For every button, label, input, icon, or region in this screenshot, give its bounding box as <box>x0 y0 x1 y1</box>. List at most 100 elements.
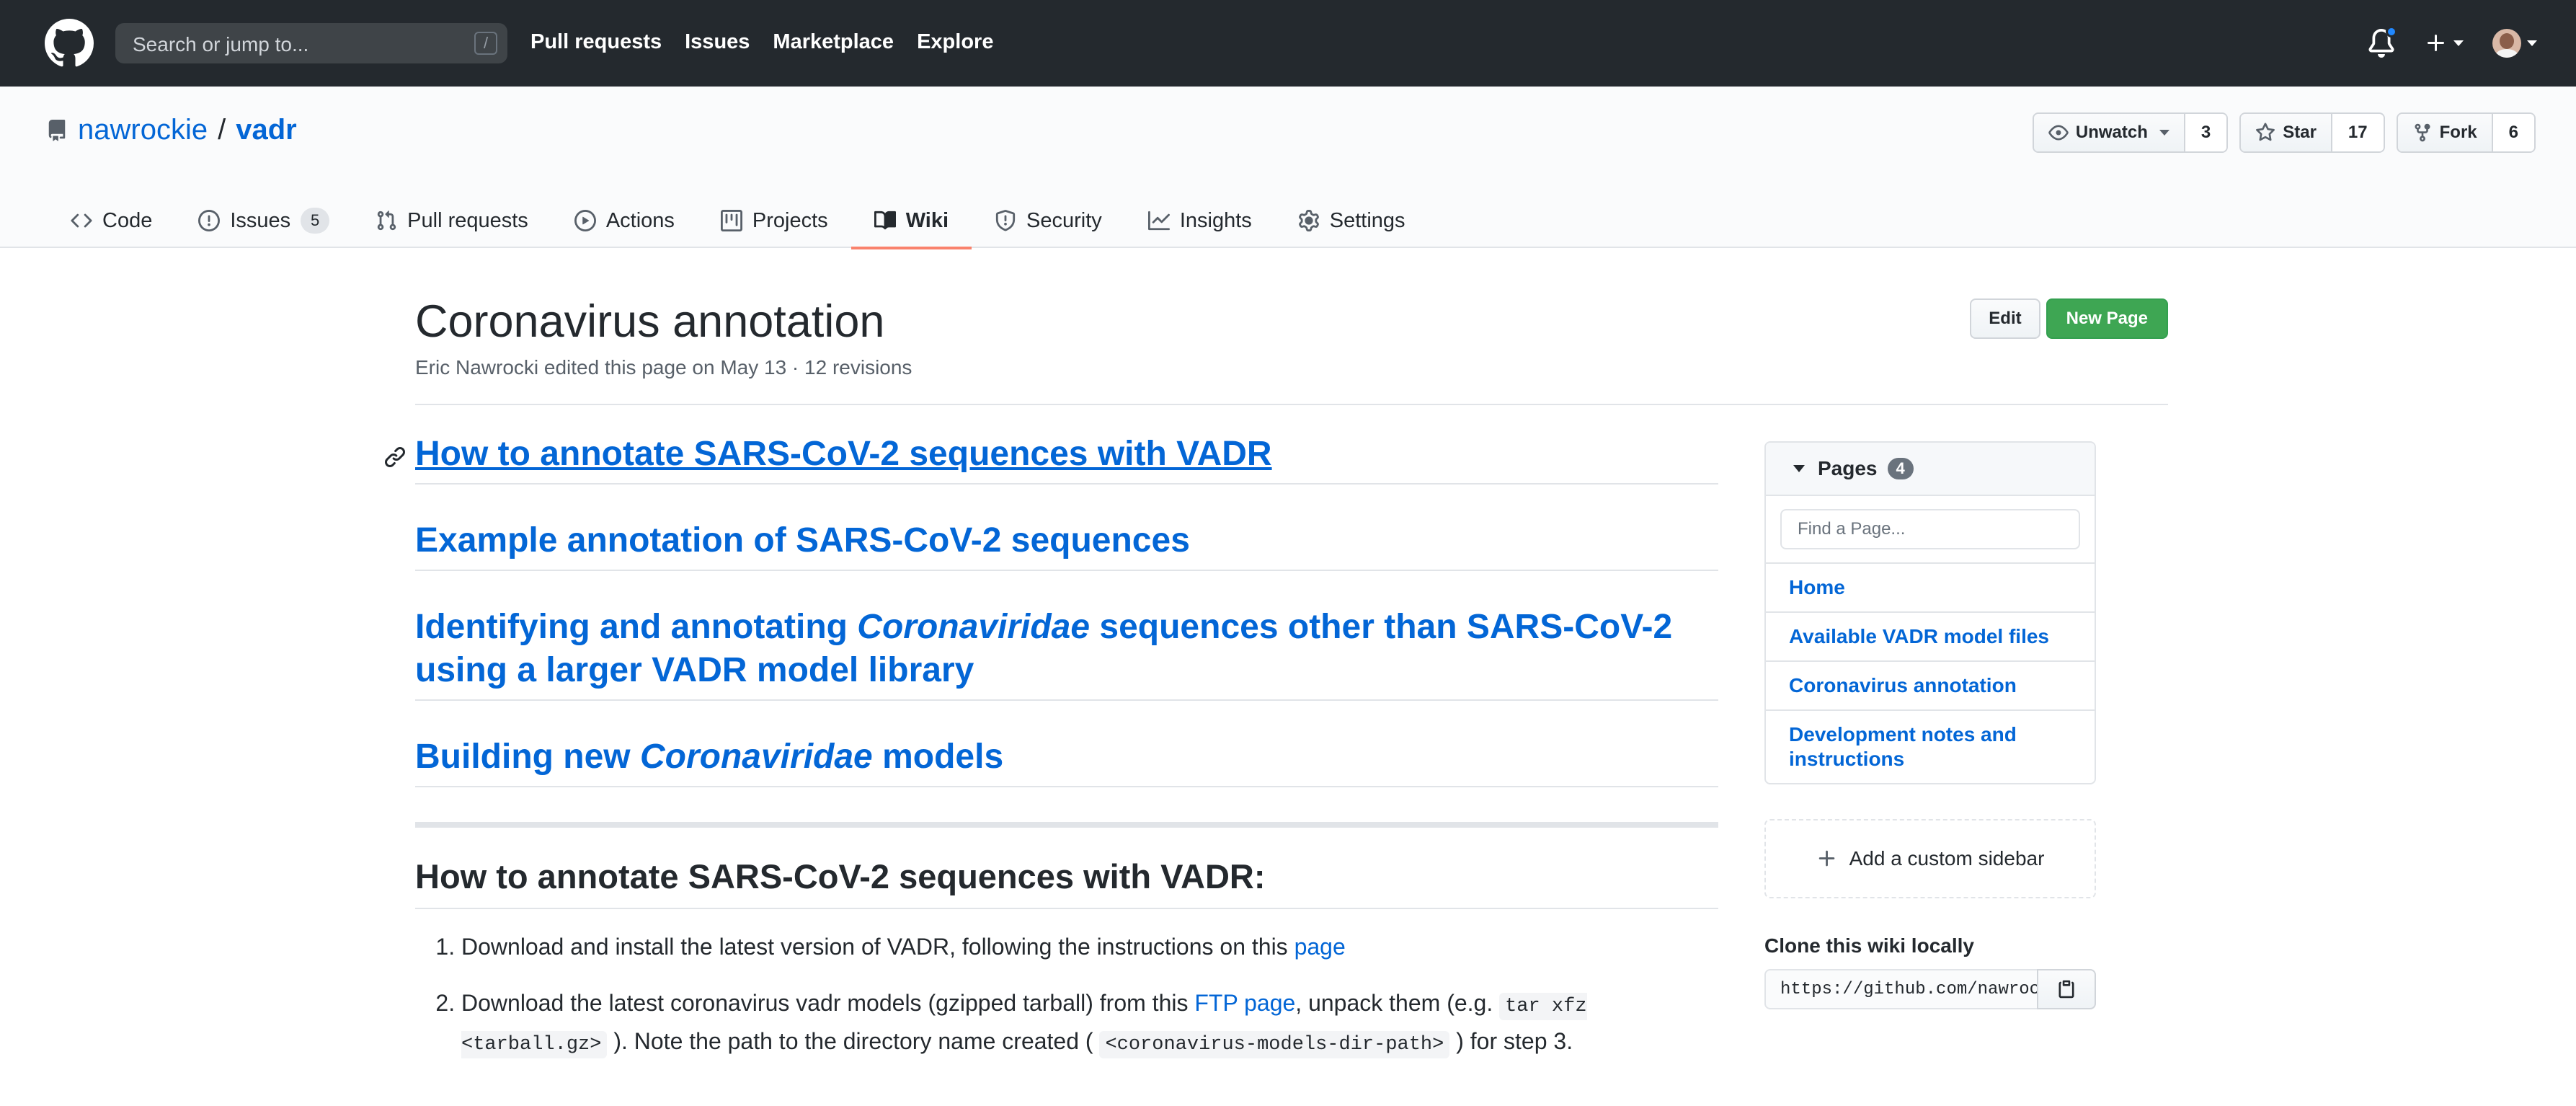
star-count[interactable]: 17 <box>2330 114 2384 151</box>
toc-link-identifying[interactable]: Identifying and annotating Coronaviridae… <box>415 608 1672 689</box>
nav-issues[interactable]: Issues <box>685 30 750 54</box>
edit-button[interactable]: Edit <box>1970 298 2040 339</box>
tab-insights[interactable]: Insights <box>1125 193 1275 248</box>
fork-icon <box>2415 123 2430 142</box>
repo-title: nawrockie / vadr <box>46 114 297 146</box>
repo-separator: / <box>218 114 226 146</box>
sidebar-page-model-files[interactable]: Available VADR model files <box>1766 613 2095 662</box>
clone-label: Clone this wiki locally <box>1764 934 1974 957</box>
chevron-down-icon <box>2453 40 2464 46</box>
tab-projects[interactable]: Projects <box>698 193 851 248</box>
tab-code-label: Code <box>102 208 153 232</box>
link-icon[interactable] <box>383 446 407 469</box>
clone-url-input[interactable]: https://github.com/nawrockie/vadr.wiki.g… <box>1764 969 2037 1009</box>
toc-heading-3: Identifying and annotating Coronaviridae… <box>415 606 1718 701</box>
fork-button[interactable]: Fork <box>2397 114 2492 151</box>
clone-box: https://github.com/nawrockie/vadr.wiki.g… <box>1764 969 2096 1009</box>
tab-actions-label: Actions <box>605 208 675 232</box>
page-meta[interactable]: Eric Nawrocki edited this page on May 13… <box>415 356 2168 379</box>
step2-text-a: Download the latest coronavirus vadr mod… <box>461 990 1195 1016</box>
custom-sidebar-label: Add a custom sidebar <box>1849 847 2045 870</box>
global-nav: Pull requests Issues Marketplace Explore <box>530 30 993 54</box>
fork-count[interactable]: 6 <box>2491 114 2534 151</box>
tab-actions[interactable]: Actions <box>551 193 698 248</box>
toc3-pre: Identifying and annotating <box>415 608 858 646</box>
tab-wiki-label: Wiki <box>905 208 949 232</box>
user-menu[interactable] <box>2492 29 2537 58</box>
pages-box: Pages 4 Find a Page... Home Available VA… <box>1764 441 2096 784</box>
sidebar-page-dev-notes[interactable]: Development notes and instructions <box>1766 711 2095 783</box>
nav-explore[interactable]: Explore <box>917 30 993 54</box>
toc4-pre: Building new <box>415 738 640 776</box>
tab-insights-label: Insights <box>1179 208 1252 232</box>
github-logo-icon[interactable] <box>45 19 94 68</box>
sidebar-page-coronavirus[interactable]: Coronavirus annotation <box>1766 662 2095 711</box>
toc-heading-1: How to annotate SARS-CoV-2 sequences wit… <box>385 433 1718 485</box>
ftp-page-link[interactable]: FTP page <box>1194 990 1295 1016</box>
create-new-button[interactable] <box>2425 32 2464 55</box>
section-divider <box>415 822 1718 828</box>
fork-label: Fork <box>2439 123 2477 142</box>
unwatch-button[interactable]: Unwatch <box>2033 114 2184 151</box>
pages-toggle[interactable]: Pages 4 <box>1766 443 2095 496</box>
steps-list: Download and install the latest version … <box>415 929 1718 1062</box>
toc-link-building[interactable]: Building new Coronaviridae models <box>415 738 1003 776</box>
code-icon <box>71 213 92 228</box>
repo-actions: Unwatch 3 Star 17 Fork 6 <box>2032 112 2536 153</box>
tab-code[interactable]: Code <box>48 193 175 248</box>
step2-text-d: ) for step 3. <box>1449 1028 1573 1054</box>
chevron-down-icon <box>2527 40 2537 46</box>
watch-count[interactable]: 3 <box>2183 114 2227 151</box>
wiki-body: How to annotate SARS-CoV-2 sequences wit… <box>385 433 1718 1084</box>
notifications-bell-icon[interactable] <box>2367 26 2397 58</box>
search-input[interactable]: Search or jump to... / <box>115 23 507 63</box>
global-header: Search or jump to... / Pull requests Iss… <box>0 0 2576 87</box>
search-shortcut-key: / <box>474 32 497 55</box>
list-item: Download the latest coronavirus vadr mod… <box>461 986 1718 1062</box>
star-label: Star <box>2283 123 2317 142</box>
tab-projects-label: Projects <box>752 208 828 232</box>
tab-settings[interactable]: Settings <box>1275 193 1429 248</box>
issues-count-badge: 5 <box>301 208 330 234</box>
play-icon <box>574 210 596 231</box>
fork-group: Fork 6 <box>2396 112 2536 153</box>
graph-icon <box>1147 211 1170 231</box>
plus-icon <box>1818 850 1834 867</box>
repo-name-link[interactable]: vadr <box>236 114 297 146</box>
tab-issues-label: Issues <box>230 208 291 232</box>
repo-nav-tabs: Code Issues 5 Pull requests Actions Proj… <box>48 193 1429 249</box>
avatar <box>2492 29 2521 58</box>
unwatch-label: Unwatch <box>2075 123 2148 142</box>
step2-text-c: ). Note the path to the directory name c… <box>607 1028 1100 1054</box>
add-custom-sidebar-button[interactable]: Add a custom sidebar <box>1764 819 2096 898</box>
nav-marketplace[interactable]: Marketplace <box>773 30 894 54</box>
pull-request-icon <box>377 211 396 231</box>
toc3-em: Coronaviridae <box>857 608 1091 646</box>
toc-link-annotate[interactable]: How to annotate SARS-CoV-2 sequences wit… <box>415 435 1272 473</box>
tab-security[interactable]: Security <box>972 193 1125 248</box>
page-title: Coronavirus annotation <box>415 296 885 347</box>
pages-count-badge: 4 <box>1887 458 1914 479</box>
tab-issues[interactable]: Issues 5 <box>175 193 352 248</box>
star-button[interactable]: Star <box>2241 114 2331 151</box>
tab-wiki[interactable]: Wiki <box>850 193 972 249</box>
toc-link-example[interactable]: Example annotation of SARS-CoV-2 sequenc… <box>415 521 1190 559</box>
repo-icon <box>48 119 66 141</box>
book-icon <box>874 211 896 230</box>
eye-icon <box>2048 125 2069 141</box>
find-page-wrap: Find a Page... <box>1766 496 2095 564</box>
copy-button[interactable] <box>2037 969 2096 1009</box>
tab-pull-requests[interactable]: Pull requests <box>352 193 551 248</box>
sidebar-page-home[interactable]: Home <box>1766 564 2095 613</box>
header-actions <box>2367 23 2537 63</box>
watch-group: Unwatch 3 <box>2032 112 2229 153</box>
find-page-input[interactable]: Find a Page... <box>1780 509 2080 549</box>
wiki-page-header: Coronavirus annotation Eric Nawrocki edi… <box>415 296 2168 405</box>
nav-pull-requests[interactable]: Pull requests <box>530 30 662 54</box>
page-actions: Edit New Page <box>1970 298 2168 339</box>
new-page-button[interactable]: New Page <box>2046 298 2168 339</box>
project-icon <box>720 210 742 231</box>
repo-owner-link[interactable]: nawrockie <box>78 114 208 146</box>
install-page-link[interactable]: page <box>1294 934 1346 960</box>
step1-text: Download and install the latest version … <box>461 934 1294 960</box>
